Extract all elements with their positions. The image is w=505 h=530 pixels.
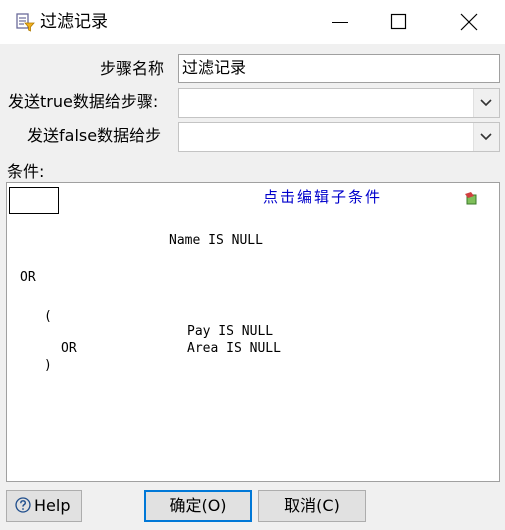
help-button-label: Help	[34, 496, 71, 515]
title-bar: 过滤记录	[0, 0, 505, 44]
window-title: 过滤记录	[40, 12, 108, 32]
add-condition-icon[interactable]	[465, 191, 479, 205]
close-icon	[460, 13, 478, 31]
filter-document-icon	[15, 12, 35, 32]
edit-subcondition-link[interactable]: 点击编辑子条件	[263, 186, 382, 207]
maximize-icon	[390, 13, 407, 30]
conditions-label: 条件:	[7, 162, 45, 181]
help-icon	[15, 493, 31, 513]
false-target-select[interactable]	[178, 122, 500, 152]
condition-operator-box[interactable]	[9, 187, 59, 214]
condition-pay-is-null[interactable]: Pay IS NULL	[187, 324, 273, 340]
condition-name-is-null[interactable]: Name IS NULL	[169, 233, 263, 249]
operator-or-inner[interactable]: OR	[61, 341, 77, 357]
chevron-down-icon	[480, 133, 492, 141]
help-button[interactable]: Help	[6, 490, 82, 522]
paren-close: )	[44, 358, 52, 373]
maximize-button[interactable]	[376, 0, 422, 44]
true-target-label: 发送true数据给步骤:	[8, 92, 159, 111]
step-name-label: 步骤名称	[100, 59, 165, 78]
condition-area-is-null[interactable]: Area IS NULL	[187, 341, 281, 357]
paren-open: (	[44, 309, 52, 324]
step-name-input[interactable]: 过滤记录	[178, 54, 500, 83]
conditions-editor[interactable]: 点击编辑子条件 Name IS NULL OR ( Pay IS NULL OR…	[6, 182, 500, 482]
close-button[interactable]	[446, 0, 492, 44]
false-target-label: 发送false数据给步	[27, 126, 162, 145]
true-target-dropdown-button[interactable]	[473, 89, 499, 117]
operator-or-top[interactable]: OR	[20, 270, 36, 286]
minimize-button[interactable]	[318, 0, 364, 44]
true-target-select[interactable]	[178, 88, 500, 118]
minimize-icon	[332, 22, 348, 23]
chevron-down-icon	[480, 99, 492, 107]
cancel-button[interactable]: 取消(C)	[258, 490, 366, 522]
ok-button[interactable]: 确定(O)	[144, 490, 252, 522]
false-target-dropdown-button[interactable]	[473, 123, 499, 151]
